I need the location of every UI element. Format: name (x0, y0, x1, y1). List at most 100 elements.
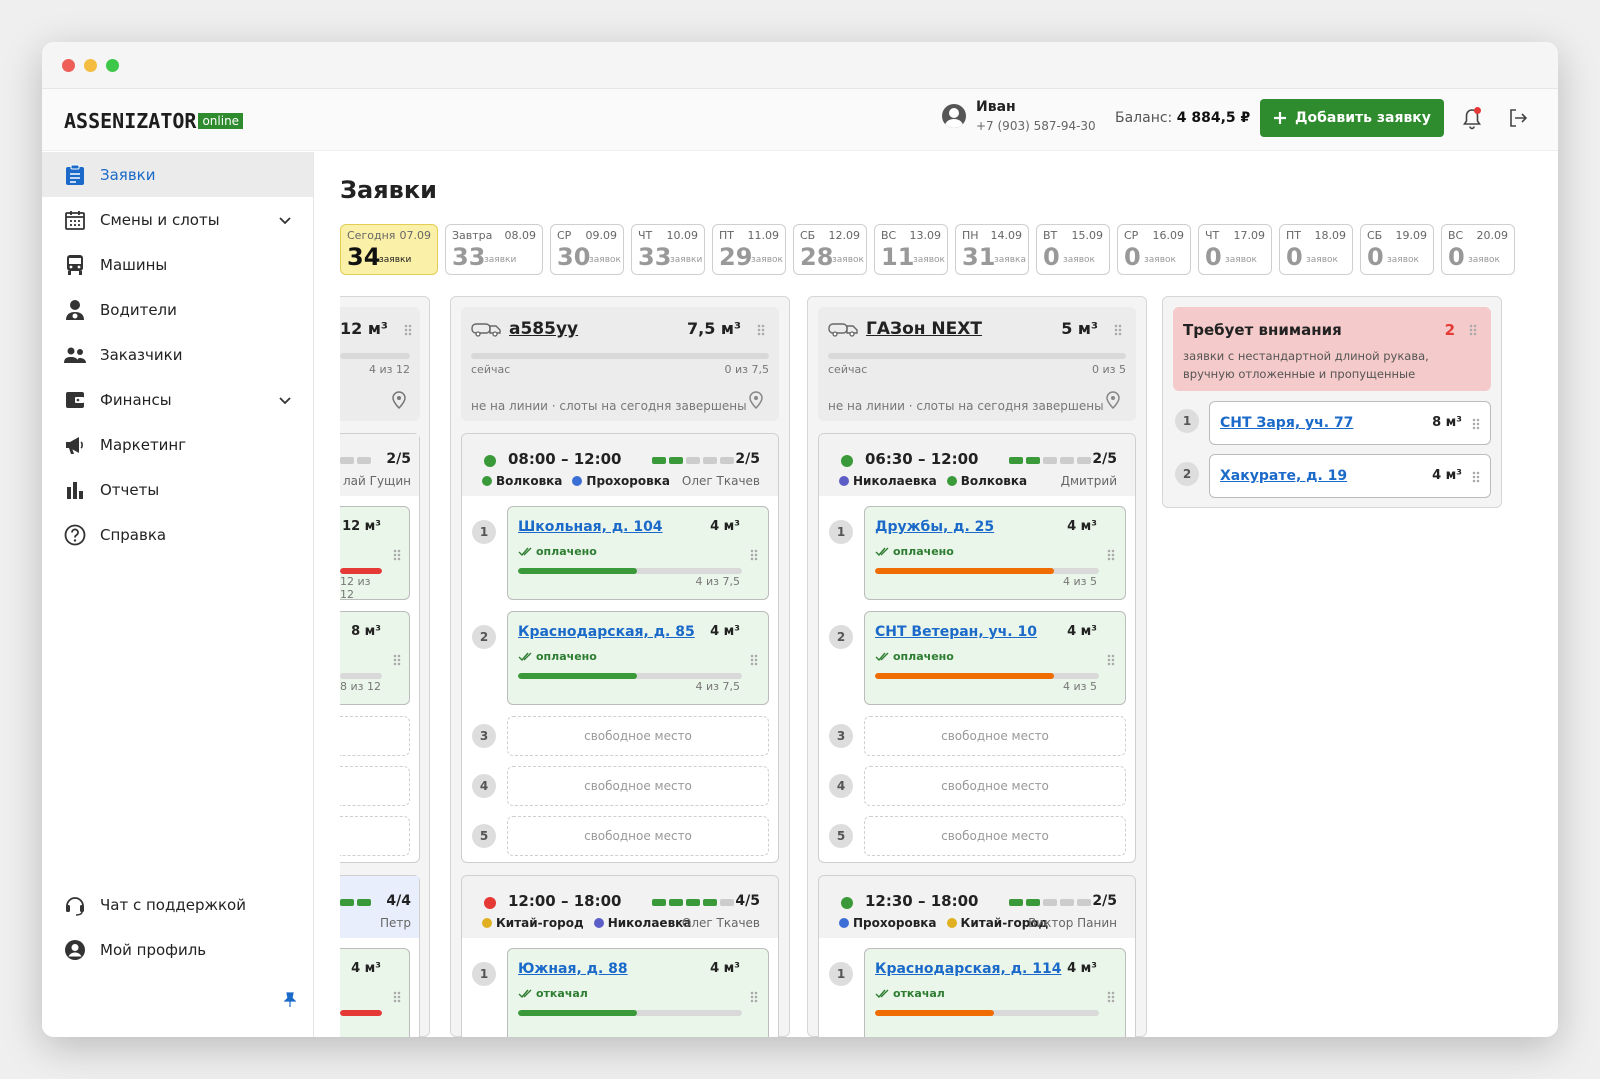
shift-card-partial: 4/4 Петр 4 м³ (340, 875, 420, 1037)
day-tab[interactable]: ВС 13.09 11 заявок (874, 224, 948, 275)
order-card[interactable]: Краснодарская, д. 85 4 м³ оплачено 4 из 7,5 (507, 611, 769, 705)
location-pin-icon[interactable] (392, 391, 406, 409)
shift-card: 08:00 – 12:00 2/5 Волковка Прохоровка Олег Т… (461, 433, 779, 863)
area-tag[interactable]: Волковка (946, 474, 1027, 488)
sidebar-item-bar-chart[interactable]: Отчеты (42, 467, 313, 512)
shift-areas: Николаевка Волковка (839, 474, 1027, 488)
day-tab[interactable]: СР 09.09 30 заявок (550, 224, 624, 275)
area-tag[interactable]: Николаевка (593, 916, 691, 930)
location-pin-icon[interactable] (1106, 391, 1120, 413)
order-card[interactable]: Дружбы, д. 25 4 м³ оплачено 4 из 5 (864, 506, 1126, 600)
day-tab[interactable]: ПН 14.09 31 заявка (955, 224, 1029, 275)
area-name: Волковка (496, 474, 563, 488)
area-tag[interactable]: Китай-город (482, 916, 584, 930)
slot-number: 1 (829, 962, 853, 986)
area-tag[interactable]: Николаевка (839, 474, 937, 488)
sidebar-item-clipboard[interactable]: Заявки (42, 152, 313, 197)
order-address-link[interactable]: Дружбы, д. 25 (875, 519, 994, 535)
day-tab[interactable]: ПТ 11.09 29 заявок (712, 224, 786, 275)
day-unit: заявки (484, 255, 517, 265)
day-tab[interactable]: ЧТ 17.09 0 заявок (1198, 224, 1272, 275)
add-request-button[interactable]: Добавить заявку (1260, 99, 1444, 137)
drag-handle-icon[interactable] (750, 991, 758, 1003)
area-tag[interactable]: Прохоровка (839, 916, 937, 930)
maximize-window-button[interactable] (106, 59, 119, 72)
drag-handle-icon[interactable] (1114, 324, 1122, 336)
sidebar-item-headset[interactable]: Чат с поддержкой (42, 882, 313, 927)
drag-handle-icon[interactable] (750, 654, 758, 666)
sidebar-item-driver[interactable]: Водители (42, 287, 313, 332)
drag-handle-icon[interactable] (1472, 471, 1480, 483)
order-volume: 4 м³ (351, 961, 381, 976)
drag-handle-icon[interactable] (750, 549, 758, 561)
order-card-partial[interactable]: 12 м³ 12 из 12 (340, 506, 410, 601)
attention-address-link[interactable]: Хакурате, д. 19 (1220, 468, 1347, 484)
sidebar-item-megaphone[interactable]: Маркетинг (42, 422, 313, 467)
drag-handle-icon[interactable] (1107, 549, 1115, 561)
drag-handle-icon[interactable] (1472, 418, 1480, 430)
order-card[interactable]: Краснодарская, д. 114 4 м³ откачал (864, 948, 1126, 1037)
sidebar-item-wallet[interactable]: Финансы (42, 377, 313, 422)
day-tab[interactable]: ВТ 15.09 0 заявок (1036, 224, 1110, 275)
free-slot[interactable] (340, 766, 410, 806)
order-address-link[interactable]: Краснодарская, д. 85 (518, 624, 695, 640)
chevron-down-icon[interactable] (279, 391, 291, 409)
drag-handle-icon[interactable] (393, 654, 401, 666)
day-tab[interactable]: СБ 12.09 28 заявок (793, 224, 867, 275)
minimize-window-button[interactable] (84, 59, 97, 72)
order-card[interactable]: Школьная, д. 104 4 м³ оплачено 4 из 7,5 (507, 506, 769, 600)
day-tab[interactable]: СБ 19.09 0 заявок (1360, 224, 1434, 275)
day-date: 19.09 (1395, 229, 1428, 242)
sidebar-item-calendar[interactable]: Смены и слоты (42, 197, 313, 242)
chevron-down-icon[interactable] (279, 211, 291, 229)
attention-item[interactable]: Хакурате, д. 19 4 м³ (1209, 454, 1491, 498)
free-slot[interactable]: свободное место (864, 716, 1126, 756)
order-card-partial[interactable]: 4 м³ (340, 948, 410, 1037)
sidebar-item-help[interactable]: Справка (42, 512, 313, 557)
drag-handle-icon[interactable] (393, 991, 401, 1003)
logo[interactable]: ASSENIZATOR online (64, 109, 244, 133)
drag-handle-icon[interactable] (1107, 654, 1115, 666)
day-tab[interactable]: СР 16.09 0 заявок (1117, 224, 1191, 275)
order-card[interactable]: СНТ Ветеран, уч. 10 4 м³ оплачено 4 из 5 (864, 611, 1126, 705)
drag-handle-icon[interactable] (404, 324, 412, 336)
logout-icon[interactable] (1508, 108, 1528, 128)
drag-handle-icon[interactable] (1107, 991, 1115, 1003)
order-address-link[interactable]: СНТ Ветеран, уч. 10 (875, 624, 1037, 640)
area-tag[interactable]: Волковка (482, 474, 562, 488)
day-tab[interactable]: Завтра 08.09 33 заявки (445, 224, 543, 275)
free-slot[interactable]: свободное место (864, 816, 1126, 856)
order-address-link[interactable]: Краснодарская, д. 114 (875, 961, 1061, 977)
attention-item[interactable]: СНТ Заря, уч. 77 8 м³ (1209, 401, 1491, 445)
day-tab[interactable]: ВС 20.09 0 заявок (1441, 224, 1515, 275)
day-tab[interactable]: ЧТ 10.09 33 заявки (631, 224, 705, 275)
shift-areas: Прохоровка Китай-город (839, 916, 1048, 930)
close-window-button[interactable] (62, 59, 75, 72)
day-tab[interactable]: Сегодня 07.09 34 заявки (340, 224, 438, 275)
order-card-partial[interactable]: 8 м³ 8 из 12 (340, 611, 410, 705)
truck-name-link[interactable]: ГАЗон NEXT (866, 319, 982, 339)
free-slot[interactable]: свободное место (507, 716, 769, 756)
day-tab[interactable]: ПТ 18.09 0 заявок (1279, 224, 1353, 275)
attention-address-link[interactable]: СНТ Заря, уч. 77 (1220, 415, 1353, 431)
free-slot[interactable] (340, 816, 410, 856)
user-info[interactable]: Иван +7 (903) 587-94-30 (942, 99, 1096, 133)
free-slot[interactable]: свободное место (864, 766, 1126, 806)
drag-handle-icon[interactable] (757, 324, 765, 336)
free-slot[interactable]: свободное место (507, 816, 769, 856)
area-tag[interactable]: Прохоровка (572, 474, 670, 488)
location-pin-icon[interactable] (749, 391, 763, 413)
truck-name-link[interactable]: а585уу (509, 319, 578, 339)
sidebar-item-people[interactable]: Заказчики (42, 332, 313, 377)
pin-sidebar-icon[interactable] (284, 992, 296, 1008)
order-address-link[interactable]: Южная, д. 88 (518, 961, 628, 977)
sidebar-item-profile[interactable]: Мой профиль (42, 927, 313, 972)
free-slot[interactable] (340, 716, 410, 756)
day-name: ЧТ (1205, 229, 1220, 242)
drag-handle-icon[interactable] (393, 549, 401, 561)
free-slot[interactable]: свободное место (507, 766, 769, 806)
sidebar-item-bus[interactable]: Машины (42, 242, 313, 287)
order-card[interactable]: Южная, д. 88 4 м³ откачал (507, 948, 769, 1037)
drag-handle-icon[interactable] (1469, 324, 1477, 336)
order-address-link[interactable]: Школьная, д. 104 (518, 519, 663, 535)
